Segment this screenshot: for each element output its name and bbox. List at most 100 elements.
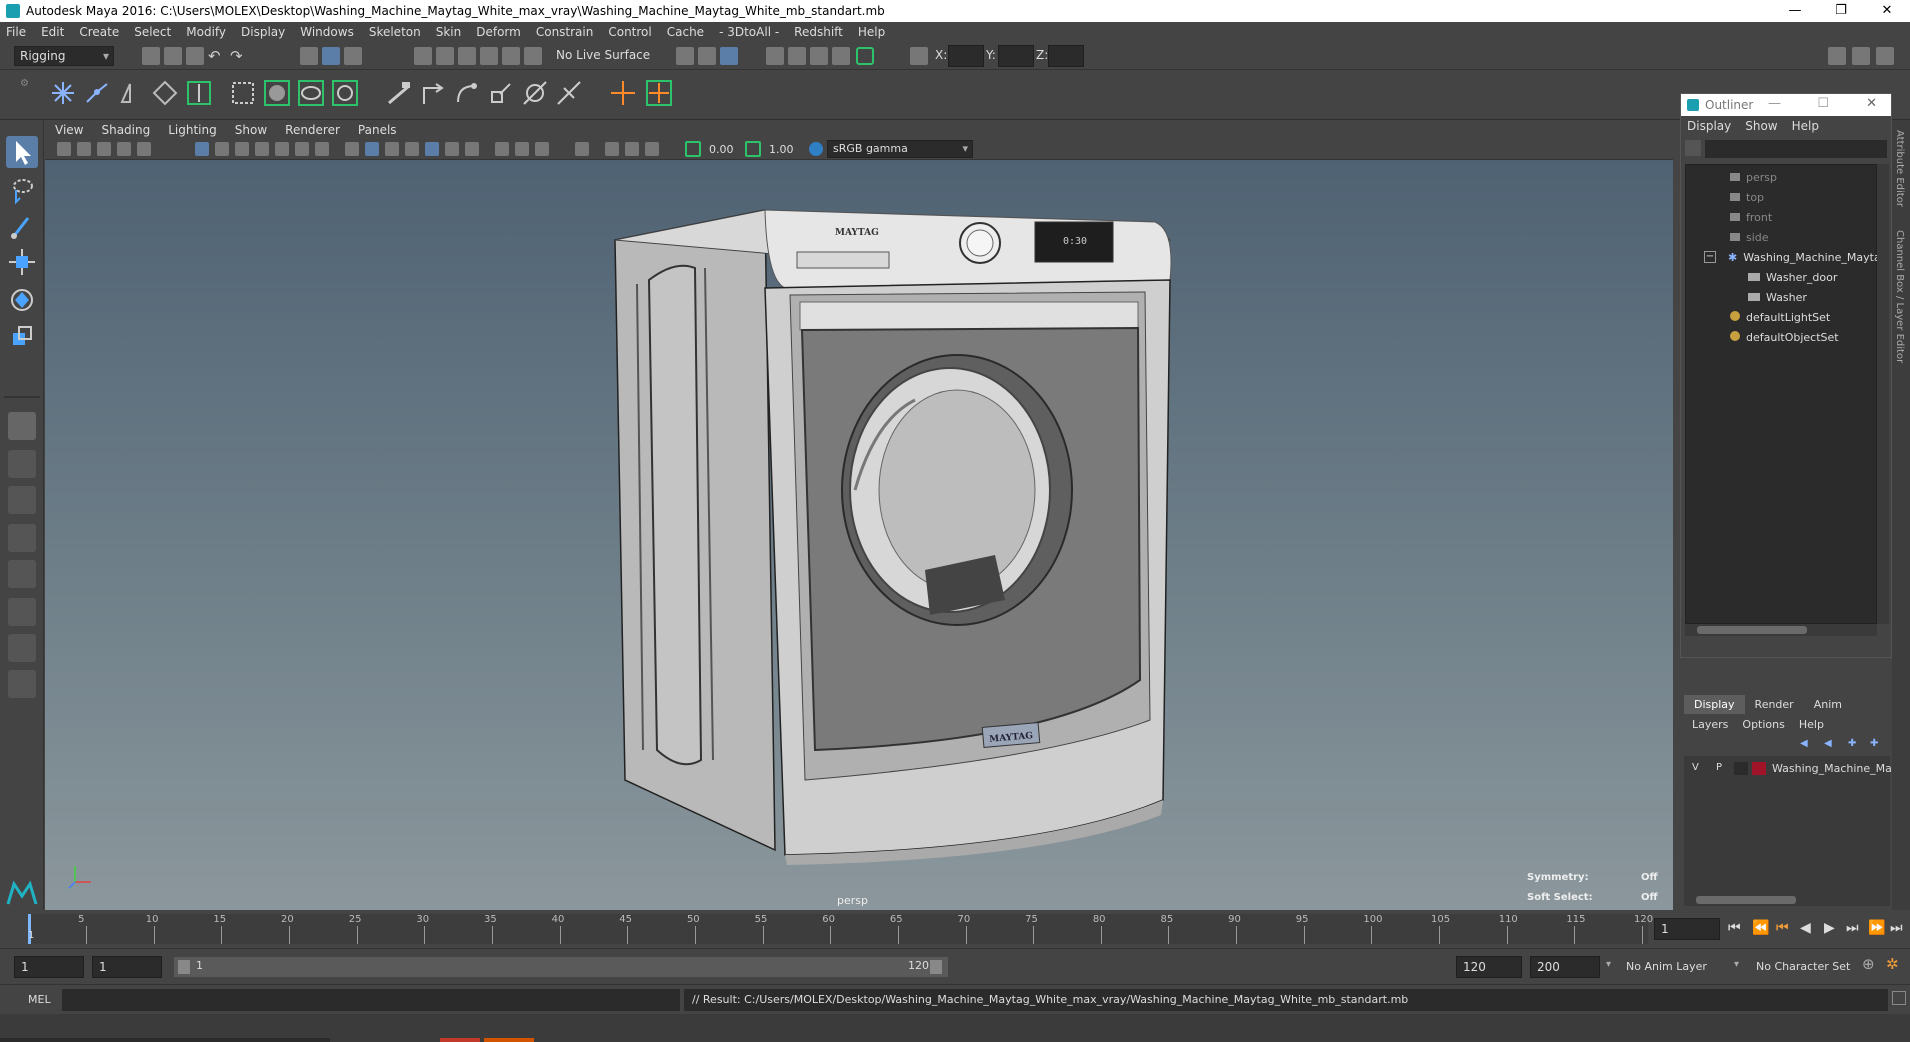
play-forwards-icon[interactable]: ▶ bbox=[1824, 920, 1835, 936]
menu-select[interactable]: Select bbox=[134, 25, 171, 39]
anim-layer-dropdown[interactable]: No Anim Layer bbox=[1626, 956, 1736, 978]
menu-skin[interactable]: Skin bbox=[436, 25, 462, 39]
shadows-icon[interactable] bbox=[445, 142, 459, 156]
layer-menu-options[interactable]: Options bbox=[1742, 718, 1784, 731]
orient-constraint-icon[interactable] bbox=[452, 78, 482, 108]
range-slider-left-handle[interactable] bbox=[178, 960, 190, 974]
redo-icon[interactable]: ↷ bbox=[230, 47, 248, 65]
safe-action-icon[interactable] bbox=[295, 142, 309, 156]
step-back-key-icon[interactable]: ⏮ bbox=[1776, 920, 1789, 936]
gate-mask-icon[interactable] bbox=[255, 142, 269, 156]
animation-end-field[interactable]: 200 bbox=[1530, 956, 1600, 978]
layer-name[interactable]: Washing_Machine_Ma bbox=[1772, 762, 1892, 775]
chevron-down-icon[interactable]: ▾ bbox=[1734, 959, 1739, 970]
skin-bind-icon[interactable] bbox=[150, 78, 180, 108]
gamma-value[interactable]: 1.00 bbox=[769, 143, 794, 156]
menu-deform[interactable]: Deform bbox=[476, 25, 521, 39]
minimize-button[interactable]: — bbox=[1772, 0, 1818, 22]
gamma-icon[interactable] bbox=[745, 141, 761, 157]
close-button[interactable]: ✕ bbox=[1864, 0, 1910, 22]
move-tool-icon[interactable] bbox=[6, 246, 38, 278]
outliner-menu-show[interactable]: Show bbox=[1745, 119, 1777, 133]
script-language-label[interactable]: MEL bbox=[28, 993, 51, 1006]
menu-edit[interactable]: Edit bbox=[41, 25, 64, 39]
lasso-tool-icon[interactable] bbox=[6, 174, 38, 206]
playback-start-field[interactable]: 1 bbox=[92, 956, 162, 978]
current-frame-field[interactable]: 1 bbox=[1654, 918, 1720, 940]
menu-3dtoall[interactable]: - 3DtoAll - bbox=[719, 25, 779, 39]
camera-attributes-icon[interactable] bbox=[77, 142, 91, 156]
image-plane-icon[interactable] bbox=[117, 142, 131, 156]
outliner-close-button[interactable]: ✕ bbox=[1866, 96, 1877, 111]
outliner-item-group[interactable]: ✱ Washing_Machine_Mayta bbox=[1728, 251, 1881, 264]
snap-curve-icon[interactable] bbox=[436, 47, 454, 65]
animation-start-field[interactable]: 1 bbox=[14, 956, 84, 978]
paint-select-tool-icon[interactable] bbox=[6, 210, 38, 242]
time-ruler[interactable]: 1 5 10 15 20 25 30 35 40 45 50 55 60 65 70 75 80 85 90 95 1… bbox=[28, 914, 1653, 944]
point-constraint-icon[interactable] bbox=[384, 78, 414, 108]
render-view-icon[interactable] bbox=[766, 47, 784, 65]
exposure-icon[interactable] bbox=[685, 141, 701, 157]
four-view-icon[interactable] bbox=[8, 450, 36, 478]
color-space-dropdown[interactable]: sRGB gamma ▾ bbox=[827, 140, 973, 158]
character-set-dropdown[interactable]: No Character Set bbox=[1756, 956, 1866, 978]
persp-outliner-icon[interactable] bbox=[8, 486, 36, 514]
outliner-search-input[interactable] bbox=[1705, 140, 1887, 158]
menu-constrain[interactable]: Constrain bbox=[536, 25, 594, 39]
parent-constraint-icon[interactable] bbox=[520, 78, 550, 108]
go-to-start-icon[interactable]: ⏮ bbox=[1728, 920, 1741, 936]
render-settings-icon[interactable] bbox=[832, 47, 850, 65]
color-management-icon[interactable] bbox=[809, 142, 823, 156]
xray-icon[interactable] bbox=[605, 142, 619, 156]
range-slider[interactable]: 1 120 bbox=[174, 957, 948, 977]
pole-vector-icon[interactable] bbox=[554, 78, 584, 108]
wrap-icon[interactable] bbox=[296, 78, 326, 108]
ik-handle-icon[interactable] bbox=[82, 78, 112, 108]
make-live-icon[interactable] bbox=[524, 47, 542, 65]
menu-skeleton[interactable]: Skeleton bbox=[369, 25, 421, 39]
time-slider[interactable]: 1 5 10 15 20 25 30 35 40 45 50 55 60 65 70 75 80 85 90 95 1… bbox=[0, 910, 1910, 948]
viewport-menu-lighting[interactable]: Lighting bbox=[168, 123, 217, 137]
layer-tab-render[interactable]: Render bbox=[1745, 695, 1804, 714]
move-layer-down-icon[interactable]: ◀ bbox=[1824, 738, 1832, 749]
smooth-shade-icon[interactable] bbox=[365, 142, 379, 156]
bind-skin-icon[interactable] bbox=[184, 78, 214, 108]
script-editor-icon[interactable] bbox=[1892, 991, 1906, 1005]
open-scene-icon[interactable] bbox=[164, 47, 182, 65]
bookmark-icon[interactable] bbox=[97, 142, 111, 156]
safe-title-icon[interactable] bbox=[315, 142, 329, 156]
outliner-item-top[interactable]: top bbox=[1730, 191, 1764, 204]
play-backwards-icon[interactable]: ◀ bbox=[1800, 920, 1811, 936]
snap-surface-icon[interactable] bbox=[502, 47, 520, 65]
input-icon[interactable] bbox=[676, 47, 694, 65]
joint-tool-icon[interactable] bbox=[48, 78, 78, 108]
isolate-select-icon[interactable] bbox=[575, 142, 589, 156]
undo-icon[interactable]: ↶ bbox=[208, 47, 226, 65]
wireframe-icon[interactable] bbox=[345, 142, 359, 156]
outliner-item-washer-door[interactable]: Washer_door bbox=[1748, 271, 1837, 284]
chevron-down-icon[interactable]: ▾ bbox=[1606, 959, 1611, 970]
x-field[interactable] bbox=[948, 45, 984, 67]
outliner-filter-icon[interactable] bbox=[1685, 140, 1701, 156]
layer-tab-anim[interactable]: Anim bbox=[1804, 695, 1852, 714]
outliner-title-bar[interactable]: Outliner — ☐ ✕ bbox=[1681, 94, 1891, 116]
screen-space-ao-icon[interactable] bbox=[465, 142, 479, 156]
cluster-icon[interactable] bbox=[262, 78, 292, 108]
viewport-menu-renderer[interactable]: Renderer bbox=[285, 123, 340, 137]
select-component-icon[interactable] bbox=[344, 47, 362, 65]
default-material-icon[interactable] bbox=[385, 142, 399, 156]
aim-constraint-icon[interactable] bbox=[418, 78, 448, 108]
layer-menu-help[interactable]: Help bbox=[1799, 718, 1824, 731]
outliner-item-front[interactable]: front bbox=[1730, 211, 1772, 224]
layer-color-swatch[interactable] bbox=[1752, 762, 1766, 775]
command-input[interactable] bbox=[62, 989, 680, 1011]
outliner-item-side[interactable]: side bbox=[1730, 231, 1769, 244]
2d-pan-zoom-icon[interactable] bbox=[137, 142, 151, 156]
outliner-menu-display[interactable]: Display bbox=[1687, 119, 1731, 133]
persp-hypershade-icon[interactable] bbox=[8, 560, 36, 588]
outliner-horizontal-scrollbar[interactable] bbox=[1685, 624, 1877, 636]
grid-toggle-icon[interactable] bbox=[195, 142, 209, 156]
antialiasing-icon[interactable] bbox=[515, 142, 529, 156]
single-perspective-view-icon[interactable] bbox=[8, 412, 36, 440]
menu-control[interactable]: Control bbox=[608, 25, 651, 39]
